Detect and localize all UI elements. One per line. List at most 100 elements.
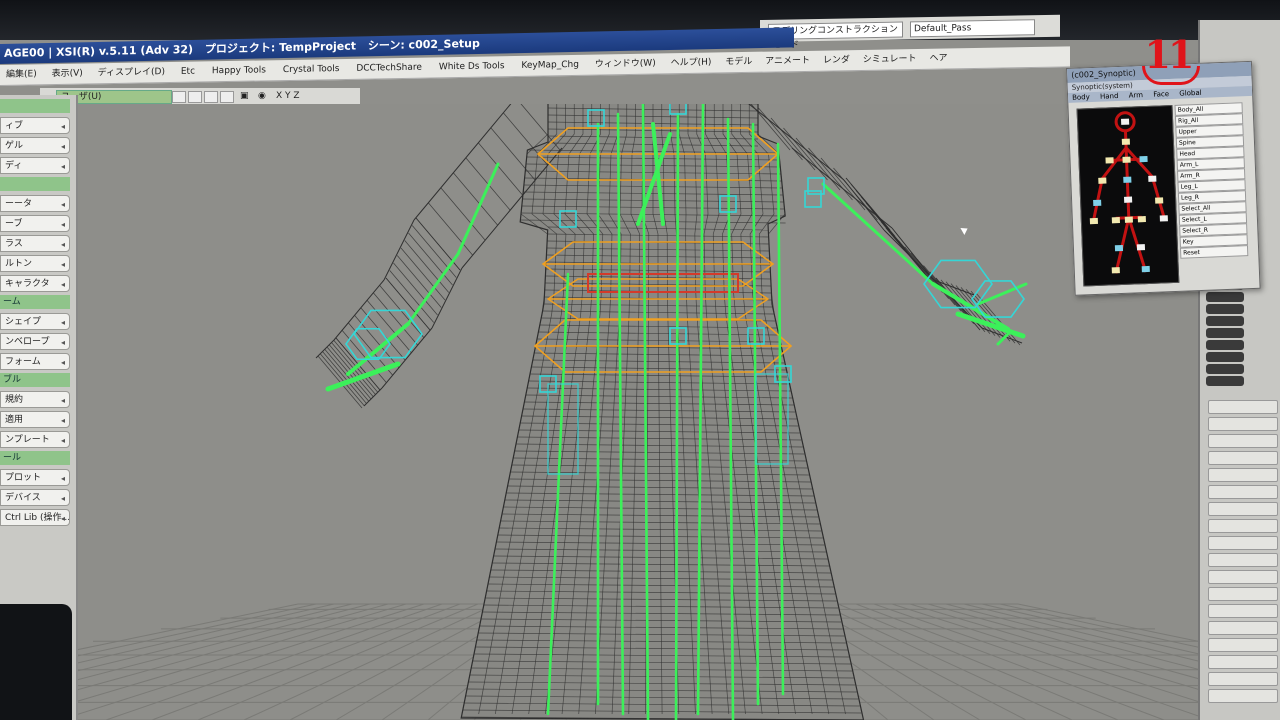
menu-display[interactable]: ディスプレイ(D) xyxy=(98,62,165,83)
menu-edit[interactable]: 編集(E) xyxy=(6,64,37,85)
synoptic-control xyxy=(1123,176,1132,183)
panel-slot-button[interactable] xyxy=(1206,352,1244,362)
property-field[interactable] xyxy=(1208,638,1278,652)
property-field[interactable] xyxy=(1208,621,1278,635)
synoptic-tab-hand[interactable]: Hand xyxy=(1100,92,1119,101)
synoptic-tab-body[interactable]: Body xyxy=(1072,93,1090,102)
synoptic-control xyxy=(1136,244,1146,251)
property-field[interactable] xyxy=(1208,604,1278,618)
property-field[interactable] xyxy=(1208,570,1278,584)
synoptic-tab-global[interactable]: Global xyxy=(1179,89,1202,98)
synoptic-tab-arm[interactable]: Arm xyxy=(1129,91,1144,100)
menu-view[interactable]: 表示(V) xyxy=(52,64,83,85)
toolbar-toggle-4[interactable] xyxy=(220,91,234,103)
left-panel-button[interactable]: 適用 xyxy=(0,411,70,428)
left-panel-button[interactable]: ンプレート xyxy=(0,431,70,448)
toolbar-toggle-1[interactable] xyxy=(172,91,186,103)
synoptic-limb xyxy=(1150,176,1166,217)
menu-etc[interactable]: Etc xyxy=(181,62,195,82)
left-panel-button[interactable]: キャラクタ xyxy=(0,275,70,292)
synoptic-control xyxy=(1141,265,1150,273)
pass-select[interactable]: Default_Pass xyxy=(910,19,1035,38)
property-field[interactable] xyxy=(1208,400,1278,414)
property-field[interactable] xyxy=(1208,519,1278,533)
panel-slot-button[interactable] xyxy=(1206,364,1244,374)
property-field[interactable] xyxy=(1208,655,1278,669)
panel-slot-button[interactable] xyxy=(1206,376,1244,386)
panel-slot-button[interactable] xyxy=(1206,292,1244,302)
title-app: AGE00 | XSI(R) v.5.11 (Adv 32) xyxy=(4,42,194,60)
property-field[interactable] xyxy=(1208,553,1278,567)
bone xyxy=(346,322,410,376)
left-panel-button[interactable]: ゲル xyxy=(0,137,70,154)
synoptic-control xyxy=(1159,215,1168,222)
left-panel-button[interactable]: Ctrl Lib (操作...) xyxy=(0,509,70,526)
camera-icon[interactable]: ▣ xyxy=(240,88,249,104)
menu-keymap-chg[interactable]: KeyMap_Chg xyxy=(521,55,579,76)
panel-slot-button[interactable] xyxy=(1206,340,1244,350)
3d-viewport[interactable] xyxy=(78,104,1198,720)
left-panel-button[interactable]: 規約 xyxy=(0,391,70,408)
synoptic-body-map[interactable] xyxy=(1076,104,1180,287)
left-panel-button[interactable]: ーブ xyxy=(0,215,70,232)
panel-slot-button[interactable] xyxy=(1206,328,1244,338)
synoptic-control xyxy=(1123,196,1133,203)
property-field[interactable] xyxy=(1208,468,1278,482)
synoptic-window[interactable]: (c002_Synoptic) Synoptic(system) Body Ha… xyxy=(1066,60,1261,296)
scene-render xyxy=(78,104,1198,720)
synoptic-tab-face[interactable]: Face xyxy=(1153,90,1169,99)
viewport-toolbar: ユーザ(U) ▣ ◉ X Y Z xyxy=(40,88,360,104)
synoptic-row-button[interactable]: Reset xyxy=(1179,245,1249,259)
arm-mesh-line xyxy=(935,277,981,331)
property-field[interactable] xyxy=(1208,485,1278,499)
toolbar-toggle-2[interactable] xyxy=(188,91,202,103)
property-field[interactable] xyxy=(1208,417,1278,431)
toolbar-toggle-3[interactable] xyxy=(204,91,218,103)
arm-mesh-line xyxy=(440,187,486,241)
eye-icon[interactable]: ◉ xyxy=(258,88,266,104)
left-panel-button[interactable]: ィブ xyxy=(0,117,70,134)
left-panel-button[interactable]: ルトン xyxy=(0,255,70,272)
arm-mesh-line xyxy=(478,142,523,196)
property-field[interactable] xyxy=(1208,689,1278,703)
property-field[interactable] xyxy=(1208,434,1278,448)
menu-window[interactable]: ウィンドウ(W) xyxy=(595,54,656,75)
property-field[interactable] xyxy=(1208,451,1278,465)
menu-animate[interactable]: アニメート xyxy=(765,51,810,72)
arm-mesh-edge xyxy=(431,267,463,329)
menu-happy-tools[interactable]: Happy Tools xyxy=(212,60,266,81)
menu-dcc-techshare[interactable]: DCCTechShare xyxy=(356,58,422,79)
left-panel-button[interactable]: ディ xyxy=(0,157,70,174)
menu-model[interactable]: モデル xyxy=(725,52,752,72)
left-panel-button[interactable]: シェイプ xyxy=(0,313,70,330)
menu-crystal-tools[interactable]: Crystal Tools xyxy=(283,59,340,80)
axis-toggles[interactable]: X Y Z xyxy=(276,88,300,104)
panel-slot-button[interactable] xyxy=(1206,304,1244,314)
left-panel-button[interactable]: フォーム xyxy=(0,353,70,370)
synoptic-control xyxy=(1114,244,1124,252)
left-panel-section-header: ール xyxy=(0,451,70,465)
bone xyxy=(456,162,500,256)
left-panel-button[interactable]: ラス xyxy=(0,235,70,252)
property-field[interactable] xyxy=(1208,536,1278,550)
bone xyxy=(821,182,880,236)
synoptic-control xyxy=(1155,197,1164,204)
menu-hair[interactable]: ヘア xyxy=(929,48,947,68)
synoptic-control xyxy=(1139,155,1148,163)
synoptic-control xyxy=(1105,157,1114,164)
left-panel-button[interactable]: ーータ xyxy=(0,195,70,212)
menu-simulate[interactable]: シミュレート xyxy=(863,49,917,70)
left-panel-button[interactable]: デバイス xyxy=(0,489,70,506)
property-field[interactable] xyxy=(1208,502,1278,516)
left-panel-button[interactable]: ンベロープ xyxy=(0,333,70,350)
synoptic-control xyxy=(1120,118,1130,125)
menu-help[interactable]: ヘルプ(H) xyxy=(671,53,712,74)
arm-mesh-line xyxy=(940,279,986,333)
panel-slot-button[interactable] xyxy=(1206,316,1244,326)
property-field[interactable] xyxy=(1208,587,1278,601)
screen: モデリングコンストラクションモード Default_Pass AGE00 | X… xyxy=(0,0,1280,720)
left-panel-button[interactable]: プロット xyxy=(0,469,70,486)
menu-white-ds-tools[interactable]: White Ds Tools xyxy=(439,56,505,77)
menu-render[interactable]: レンダ xyxy=(823,50,850,70)
property-field[interactable] xyxy=(1208,672,1278,686)
